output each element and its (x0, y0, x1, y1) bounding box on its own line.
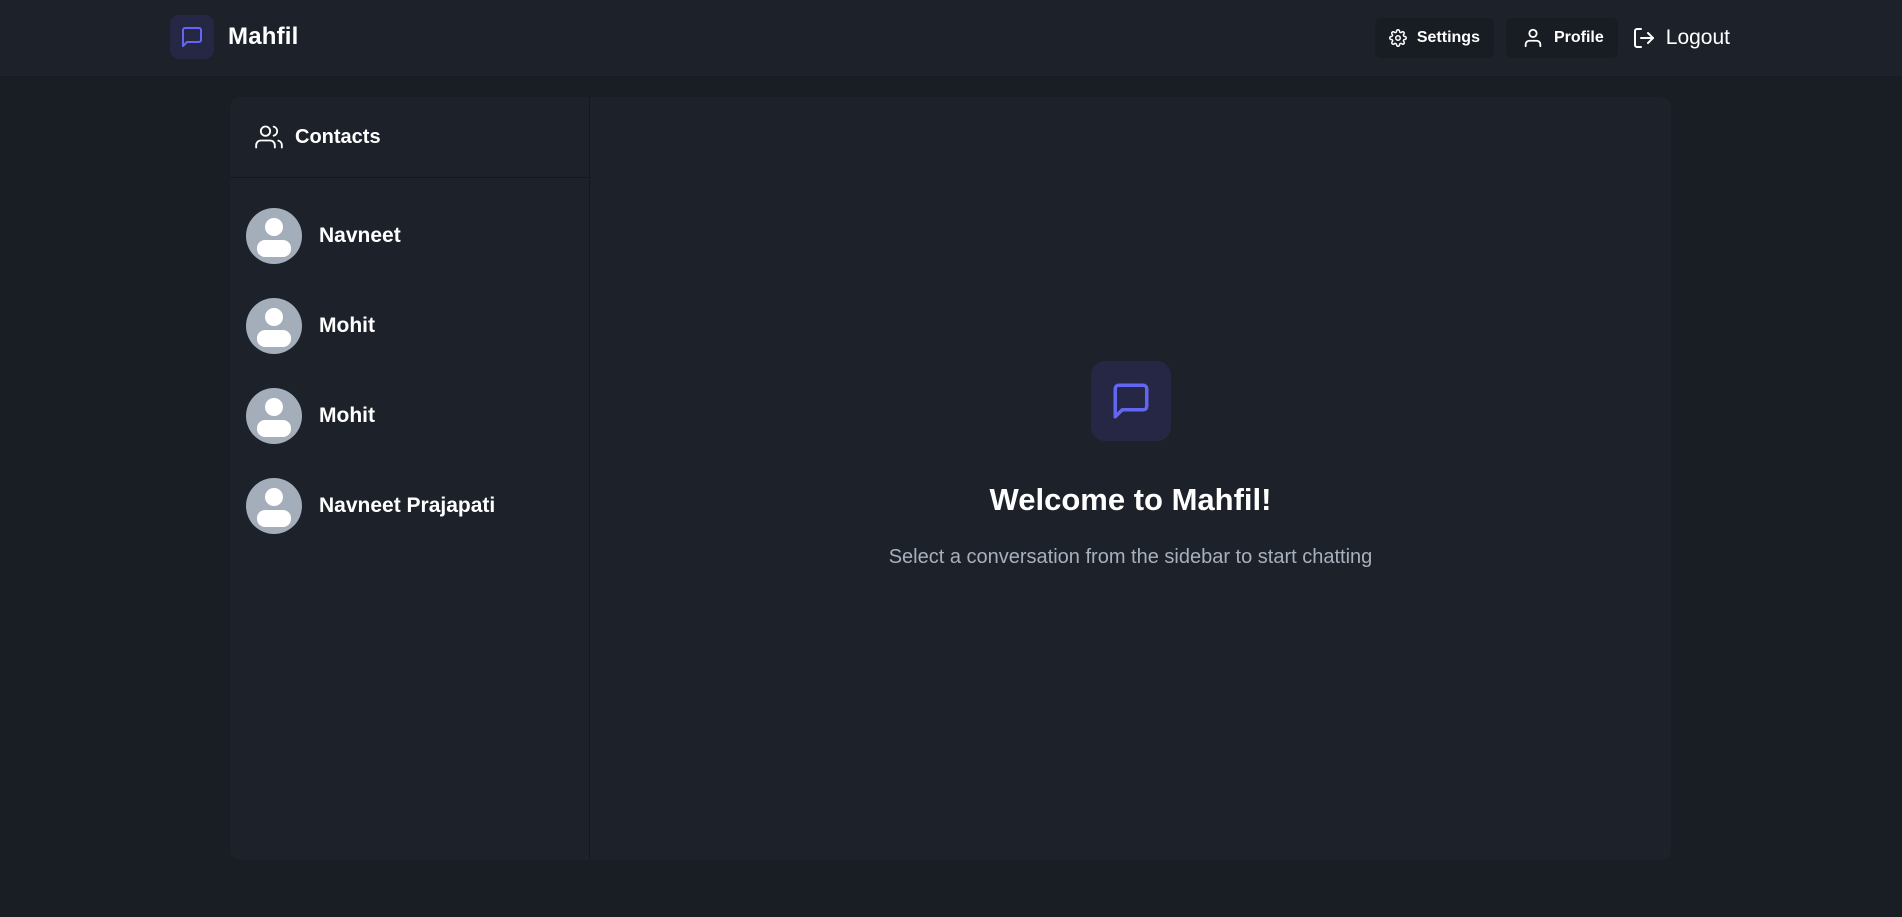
contact-item[interactable]: Mohit (230, 371, 589, 461)
contact-item[interactable]: Navneet (230, 191, 589, 281)
welcome-title: Welcome to Mahfil! (989, 482, 1272, 517)
contacts-sidebar: Contacts Navneet Mohit Mohit Navneet Pra… (230, 97, 590, 860)
message-square-icon (170, 15, 214, 59)
profile-button[interactable]: Profile (1505, 18, 1618, 58)
user-avatar-icon (246, 388, 302, 444)
user-icon (1522, 27, 1544, 49)
contact-name: Mohit (319, 404, 375, 427)
logout-label: Logout (1665, 26, 1730, 49)
contacts-title: Contacts (295, 125, 381, 148)
settings-button[interactable]: Settings (1374, 18, 1494, 58)
contact-name: Navneet Prajapati (319, 494, 496, 517)
contact-name: Navneet (319, 224, 401, 247)
top-navbar: Mahfil Settings Profile Logout (0, 0, 1902, 77)
contacts-header: Contacts (230, 97, 589, 178)
logout-button[interactable]: Logout (1630, 18, 1730, 58)
contact-name: Mohit (319, 314, 375, 337)
contact-item[interactable]: Navneet Prajapati (230, 461, 589, 551)
welcome-subtitle: Select a conversation from the sidebar t… (888, 546, 1373, 568)
app-name: Mahfil (228, 23, 299, 50)
profile-label: Profile (1553, 29, 1604, 46)
chat-panel: Contacts Navneet Mohit Mohit Navneet Pra… (230, 97, 1671, 860)
gear-icon (1388, 29, 1407, 47)
user-avatar-icon (246, 298, 302, 354)
settings-label: Settings (1416, 29, 1480, 46)
users-icon (255, 123, 283, 151)
contact-item[interactable]: Mohit (230, 281, 589, 371)
welcome-pane: Welcome to Mahfil! Select a conversation… (590, 97, 1671, 860)
user-avatar-icon (246, 478, 302, 534)
brand-logo[interactable]: Mahfil (170, 15, 299, 59)
message-square-icon (1090, 361, 1171, 441)
contact-list: Navneet Mohit Mohit Navneet Prajapati (230, 178, 589, 551)
logout-icon (1632, 26, 1656, 50)
nav-actions: Settings Profile Logout (1374, 18, 1730, 58)
user-avatar-icon (246, 208, 302, 264)
